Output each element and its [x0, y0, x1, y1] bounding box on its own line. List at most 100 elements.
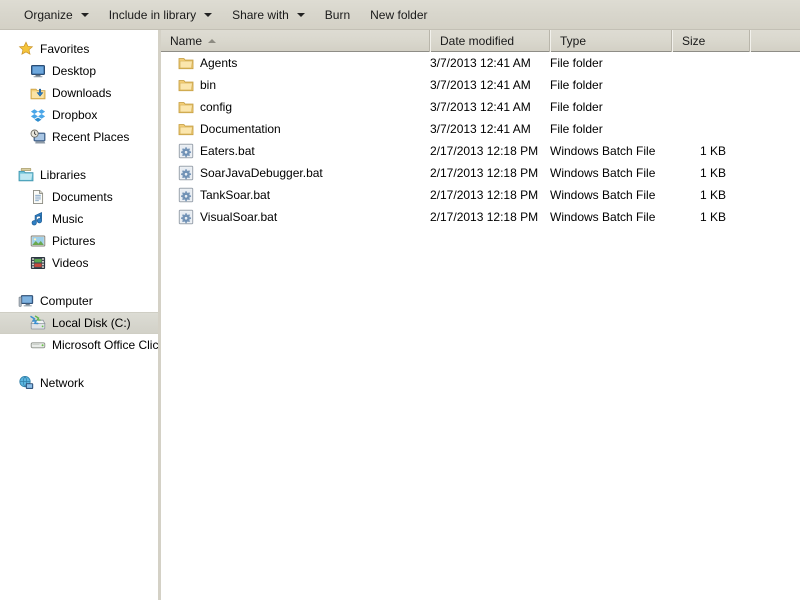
- table-row[interactable]: bin 3/7/2013 12:41 AM File folder: [161, 74, 800, 96]
- cell-size: 1 KB: [699, 144, 726, 158]
- nav-group-spacer: [0, 150, 158, 164]
- file-name: SoarJavaDebugger.bat: [200, 166, 323, 180]
- cell-date-modified: 2/17/2013 12:18 PM: [430, 144, 539, 158]
- cell-type: File folder: [550, 122, 603, 136]
- folder-icon: [178, 121, 194, 137]
- sidebar-item-network[interactable]: Network: [0, 372, 158, 394]
- column-header-label: Size: [682, 34, 706, 48]
- column-header-filler: [750, 30, 800, 52]
- cell-name: Eaters.bat: [161, 140, 430, 162]
- column-header-label: Date modified: [440, 34, 515, 48]
- sidebar-item-videos[interactable]: Videos: [0, 252, 158, 274]
- sidebar-item-dropbox[interactable]: Dropbox: [0, 104, 158, 126]
- cell-type: File folder: [550, 100, 603, 114]
- table-row[interactable]: TankSoar.bat 2/17/2013 12:18 PM Windows Ba…: [161, 184, 800, 206]
- network-icon: [18, 375, 34, 391]
- column-header-date[interactable]: Date modified: [430, 30, 550, 52]
- cell-name: Agents: [161, 52, 430, 74]
- sidebar-item-local-disk-c[interactable]: Local Disk (C:): [0, 312, 158, 334]
- downloads-folder-icon: [30, 85, 46, 101]
- nav-group-spacer: [0, 396, 158, 410]
- table-row[interactable]: SoarJavaDebugger.bat 2/17/2013 12:18 PM Wi…: [161, 162, 800, 184]
- table-row[interactable]: Documentation 3/7/2013 12:41 AM File folde…: [161, 118, 800, 140]
- sidebar-item-label: Music: [52, 212, 84, 226]
- toolbar-button-organize[interactable]: Organize: [14, 4, 99, 26]
- file-name: Agents: [200, 56, 238, 70]
- cell-date-modified: 2/17/2013 12:18 PM: [430, 188, 539, 202]
- toolbar-button-share-with[interactable]: Share with: [222, 4, 315, 26]
- cell-type: Windows Batch File: [550, 188, 656, 202]
- sidebar-item-label: Pictures: [52, 234, 96, 248]
- sidebar-item-music[interactable]: Music: [0, 208, 158, 230]
- sidebar-item-libraries[interactable]: Libraries: [0, 164, 158, 186]
- sidebar-item-favorites[interactable]: Favorites: [0, 38, 158, 60]
- sidebar-item-label: Recent Places: [52, 130, 130, 144]
- pictures-icon: [30, 233, 46, 249]
- cell-name: Documentation: [161, 118, 430, 140]
- sidebar-item-label: Dropbox: [52, 108, 98, 122]
- toolbar-button-new-folder[interactable]: New folder: [360, 4, 437, 26]
- table-row[interactable]: Eaters.bat 2/17/2013 12:18 PM Windows Batc…: [161, 140, 800, 162]
- explorer-window: Organize Include in library Share with Burn…: [0, 0, 800, 600]
- cell-type: Windows Batch File: [550, 210, 656, 224]
- toolbar-button-include-in-library[interactable]: Include in library: [99, 4, 222, 26]
- toolbar-button-label: Share with: [232, 7, 289, 22]
- batch-file-icon: [178, 209, 194, 225]
- sidebar-item-pictures[interactable]: Pictures: [0, 230, 158, 252]
- batch-file-icon: [178, 187, 194, 203]
- cell-size: [672, 52, 750, 74]
- column-header-label: Type: [560, 34, 587, 48]
- batch-file-icon: [178, 143, 194, 159]
- column-header-name[interactable]: Name: [161, 30, 430, 52]
- sidebar-item-recent-places[interactable]: Recent Places: [0, 126, 158, 148]
- toolbar-button-label: Organize: [24, 7, 73, 22]
- sort-ascending-icon: [208, 39, 217, 43]
- file-list-pane: Name Date modified Type Size Agents 3/7/2013…: [161, 30, 800, 600]
- toolbar-button-label: Include in library: [108, 7, 197, 22]
- cell-name: TankSoar.bat: [161, 184, 430, 206]
- table-row[interactable]: VisualSoar.bat 2/17/2013 12:18 PM Windows …: [161, 206, 800, 228]
- nav-group: Computer Local Disk (C:) Microsoft Office …: [0, 290, 158, 356]
- cell-date-modified: 3/7/2013 12:41 AM: [430, 56, 531, 70]
- videos-film-icon: [30, 255, 46, 271]
- computer-icon: [18, 293, 34, 309]
- column-header-row: Name Date modified Type Size: [161, 30, 800, 52]
- cell-date-modified: 2/17/2013 12:18 PM: [430, 166, 539, 180]
- column-header-type[interactable]: Type: [550, 30, 672, 52]
- file-name: config: [200, 100, 233, 114]
- navigation-pane[interactable]: Favorites Desktop Downloads Dropbox Recent P…: [0, 30, 158, 600]
- column-header-size[interactable]: Size: [672, 30, 750, 52]
- chevron-down-icon: [204, 12, 213, 17]
- nav-group: Libraries Documents Music Pictures Videos: [0, 164, 158, 274]
- sidebar-item-label: Documents: [52, 190, 113, 204]
- sidebar-item-label: Network: [40, 376, 85, 390]
- desktop-icon: [30, 63, 46, 79]
- sidebar-item-documents[interactable]: Documents: [0, 186, 158, 208]
- file-name: TankSoar.bat: [200, 188, 271, 202]
- sidebar-item-label: Local Disk (C:): [52, 316, 131, 330]
- cell-size: [672, 118, 750, 140]
- cell-type: Windows Batch File: [550, 144, 656, 158]
- table-row[interactable]: Agents 3/7/2013 12:41 AM File folder: [161, 52, 800, 74]
- cell-size: 1 KB: [699, 166, 726, 180]
- recent-places-icon: [30, 129, 46, 145]
- chevron-down-icon: [80, 12, 89, 17]
- batch-file-icon: [178, 165, 194, 181]
- sidebar-item-desktop[interactable]: Desktop: [0, 60, 158, 82]
- cell-name: config: [161, 96, 430, 118]
- file-name: Documentation: [200, 122, 281, 136]
- table-row[interactable]: config 3/7/2013 12:41 AM File folder: [161, 96, 800, 118]
- toolbar-button-label: Burn: [324, 7, 351, 22]
- sidebar-item-label: Microsoft Office Click-t: [52, 338, 158, 352]
- file-name: bin: [200, 78, 217, 92]
- sidebar-item-label: Favorites: [40, 42, 90, 56]
- sidebar-item-downloads[interactable]: Downloads: [0, 82, 158, 104]
- sidebar-item-computer[interactable]: Computer: [0, 290, 158, 312]
- sidebar-item-microsoft-office-click-t[interactable]: Microsoft Office Click-t: [0, 334, 158, 356]
- file-name: VisualSoar.bat: [200, 210, 278, 224]
- cell-type: File folder: [550, 56, 603, 70]
- cell-name: SoarJavaDebugger.bat: [161, 162, 430, 184]
- toolbar-button-burn[interactable]: Burn: [315, 4, 360, 26]
- cell-date-modified: 3/7/2013 12:41 AM: [430, 122, 531, 136]
- nav-group: Network: [0, 372, 158, 394]
